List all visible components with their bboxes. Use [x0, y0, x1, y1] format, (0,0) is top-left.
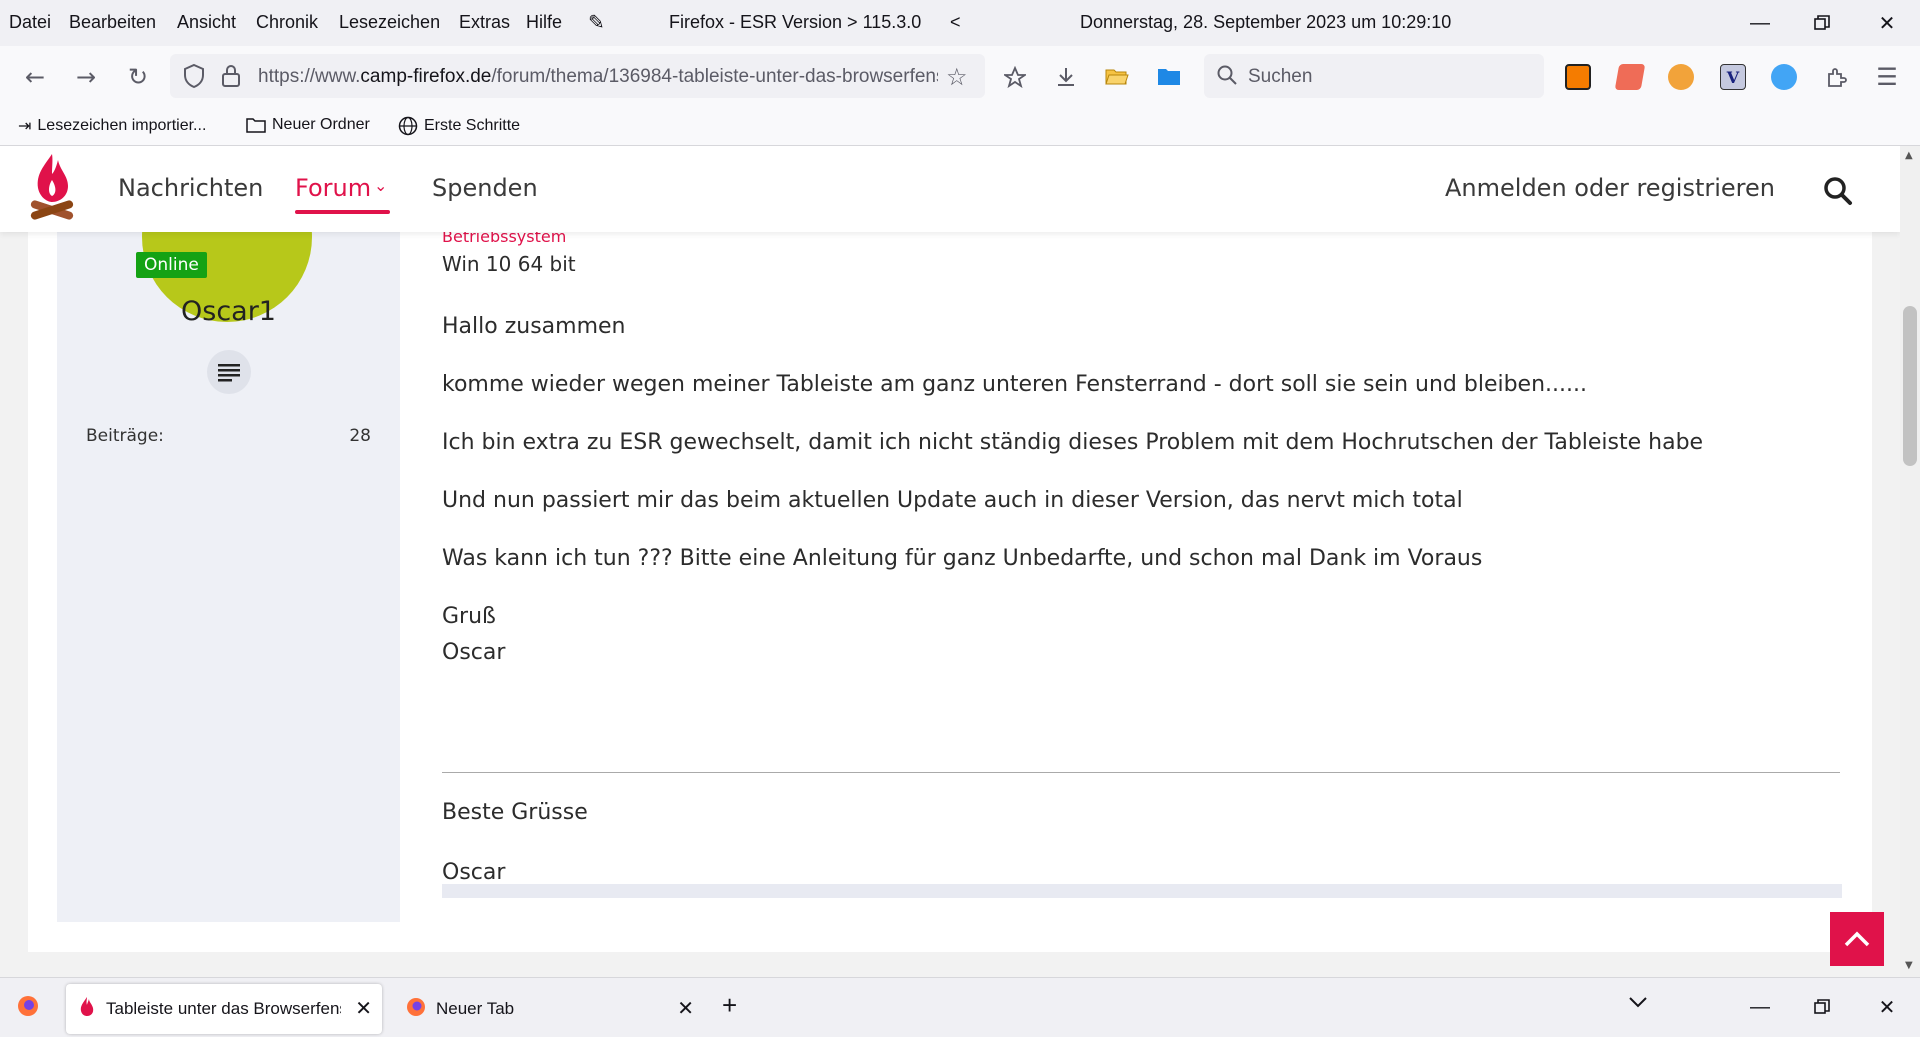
scroll-up-icon[interactable]: ▲	[1905, 150, 1913, 161]
url-text[interactable]: https://www.camp-firefox.de/forum/thema/…	[258, 66, 938, 88]
url-bar[interactable]: https://www.camp-firefox.de/forum/thema/…	[170, 54, 985, 98]
posts-count-label: Beiträge:	[86, 426, 164, 446]
scroll-down-icon[interactable]: ▼	[1905, 960, 1913, 971]
menu-hilfe[interactable]: Hilfe	[526, 12, 562, 33]
extension-search-icon[interactable]	[1565, 64, 1591, 90]
globe-icon	[398, 116, 418, 136]
menu-datei[interactable]: Datei	[9, 12, 51, 33]
search-input[interactable]: Suchen	[1248, 66, 1312, 88]
bookmarks-bar: ⇥ Lesezeichen importier... Neuer Ordner E…	[0, 106, 1920, 146]
login-link[interactable]: Anmelden oder registrieren	[1445, 174, 1775, 202]
window-title: Firefox - ESR Version > 115.3.0	[669, 12, 922, 32]
firefox-view-icon[interactable]	[16, 994, 40, 1023]
menu-extras[interactable]: Extras	[459, 12, 510, 33]
page-content: Nachrichten Forum ⌄ Spenden Anmelden ode…	[0, 146, 1900, 977]
bookmark-import[interactable]: ⇥ Lesezeichen importier...	[18, 116, 206, 136]
campfire-logo-icon[interactable]	[26, 150, 78, 230]
menu-ansicht[interactable]: Ansicht	[177, 12, 236, 33]
reload-icon[interactable]: ↻	[121, 60, 155, 94]
folder-open-icon[interactable]	[1100, 60, 1134, 94]
tab-active[interactable]: Tableiste unter das Browserfenster ✕	[66, 984, 382, 1034]
download-icon[interactable]	[1049, 60, 1083, 94]
menu-chronik[interactable]: Chronik	[256, 12, 318, 33]
minimize-icon[interactable]: —	[1746, 994, 1774, 1020]
tab-title: Neuer Tab	[436, 999, 515, 1018]
posts-count-value: 28	[349, 426, 371, 446]
tab-close-icon[interactable]: ✕	[355, 996, 372, 1021]
nav-nachrichten[interactable]: Nachrichten	[118, 174, 263, 202]
author-name[interactable]: Oscar1	[57, 296, 400, 327]
post-line: Hallo zusammen	[442, 314, 626, 339]
restore-icon[interactable]	[1808, 10, 1836, 36]
clock: Donnerstag, 28. September 2023 um 10:29:…	[1080, 12, 1452, 32]
nav-spenden[interactable]: Spenden	[432, 174, 538, 202]
page-scrollbar[interactable]: ▲ ▼	[1900, 146, 1920, 977]
pocket-icon[interactable]	[998, 60, 1032, 94]
folder-icon[interactable]	[1152, 60, 1186, 94]
list-all-tabs-icon[interactable]	[1628, 994, 1648, 1014]
online-badge: Online	[136, 252, 207, 278]
firefox-favicon-icon	[406, 997, 426, 1022]
tab-new-tab[interactable]: Neuer Tab ✕	[394, 984, 704, 1034]
extension-v-icon[interactable]: V	[1720, 64, 1746, 90]
title-arrow: <	[950, 12, 961, 32]
chevron-up-icon	[1844, 931, 1870, 947]
shield-icon[interactable]	[182, 63, 206, 93]
post-footer	[442, 884, 1842, 898]
post-line: komme wieder wegen meiner Tableiste am g…	[442, 372, 1587, 397]
os-value: Win 10 64 bit	[442, 252, 576, 276]
nav-forum[interactable]: Forum	[295, 174, 371, 202]
bookmark-label: Erste Schritte	[424, 117, 521, 134]
extensions-icon[interactable]	[1819, 60, 1853, 94]
menu-lesezeichen[interactable]: Lesezeichen	[339, 12, 440, 33]
campfire-favicon-icon	[78, 996, 96, 1023]
search-icon	[1216, 64, 1238, 90]
new-tab-plus-icon[interactable]: +	[722, 990, 737, 1021]
tab-title: Tableiste unter das Browserfenster	[106, 999, 341, 1018]
profile-menu-button[interactable]	[207, 350, 251, 394]
scroll-thumb[interactable]	[1903, 306, 1917, 466]
extension-eraser-icon[interactable]	[1614, 64, 1646, 90]
post-line: Und nun passiert mir das beim aktuellen …	[442, 488, 1463, 513]
import-icon: ⇥	[18, 118, 32, 135]
close-icon[interactable]: ✕	[1873, 994, 1901, 1020]
bookmark-new-folder[interactable]: Neuer Ordner	[246, 116, 370, 134]
extension-sync-icon[interactable]	[1771, 64, 1797, 90]
back-icon[interactable]: ←	[18, 60, 52, 94]
scroll-to-top-button[interactable]	[1830, 912, 1884, 966]
align-left-icon	[218, 364, 240, 382]
forward-icon[interactable]: →	[69, 60, 103, 94]
menu-bar: Datei Bearbeiten Ansicht Chronik Lesezei…	[0, 0, 1920, 46]
bookmark-label: Neuer Ordner	[272, 116, 370, 133]
post-line: Oscar	[442, 640, 506, 665]
star-icon[interactable]: ☆	[946, 63, 968, 91]
hamburger-menu-icon[interactable]: ☰	[1870, 60, 1904, 94]
author-sidebar: Online Oscar1 Beiträge: 28	[57, 232, 400, 922]
bookmark-label: Lesezeichen importier...	[37, 117, 207, 134]
site-header: Nachrichten Forum ⌄ Spenden Anmelden ode…	[0, 146, 1900, 232]
search-bar[interactable]: Suchen	[1204, 54, 1544, 98]
chevron-down-icon: ⌄	[374, 176, 388, 195]
bookmark-getting-started[interactable]: Erste Schritte	[398, 116, 520, 136]
close-icon[interactable]: ✕	[1873, 10, 1901, 36]
notepad-icon[interactable]: ✎	[588, 10, 605, 35]
post-card: Online Oscar1 Beiträge: 28 Betriebssyste…	[28, 227, 1872, 952]
extension-css-icon[interactable]	[1668, 64, 1694, 90]
post-line: Ich bin extra zu ESR gewechselt, damit i…	[442, 430, 1704, 455]
nav-bar: ← → ↻ https://www.camp-firefox.de/forum/…	[0, 46, 1920, 106]
post-line: Gruß	[442, 604, 496, 629]
active-nav-indicator	[295, 210, 390, 214]
tab-strip: Tableiste unter das Browserfenster ✕ Neu…	[0, 977, 1920, 1037]
signature-line: Beste Grüsse	[442, 800, 588, 825]
post-line: Was kann ich tun ??? Bitte eine Anleitun…	[442, 546, 1483, 571]
signature-divider	[442, 772, 1840, 773]
menu-bearbeiten[interactable]: Bearbeiten	[69, 12, 156, 33]
lock-icon[interactable]	[220, 63, 242, 93]
minimize-icon[interactable]: —	[1746, 10, 1774, 36]
restore-icon[interactable]	[1808, 994, 1836, 1020]
tab-close-icon[interactable]: ✕	[677, 996, 694, 1021]
site-search-icon[interactable]	[1823, 176, 1853, 210]
folder-outline-icon	[246, 118, 266, 133]
